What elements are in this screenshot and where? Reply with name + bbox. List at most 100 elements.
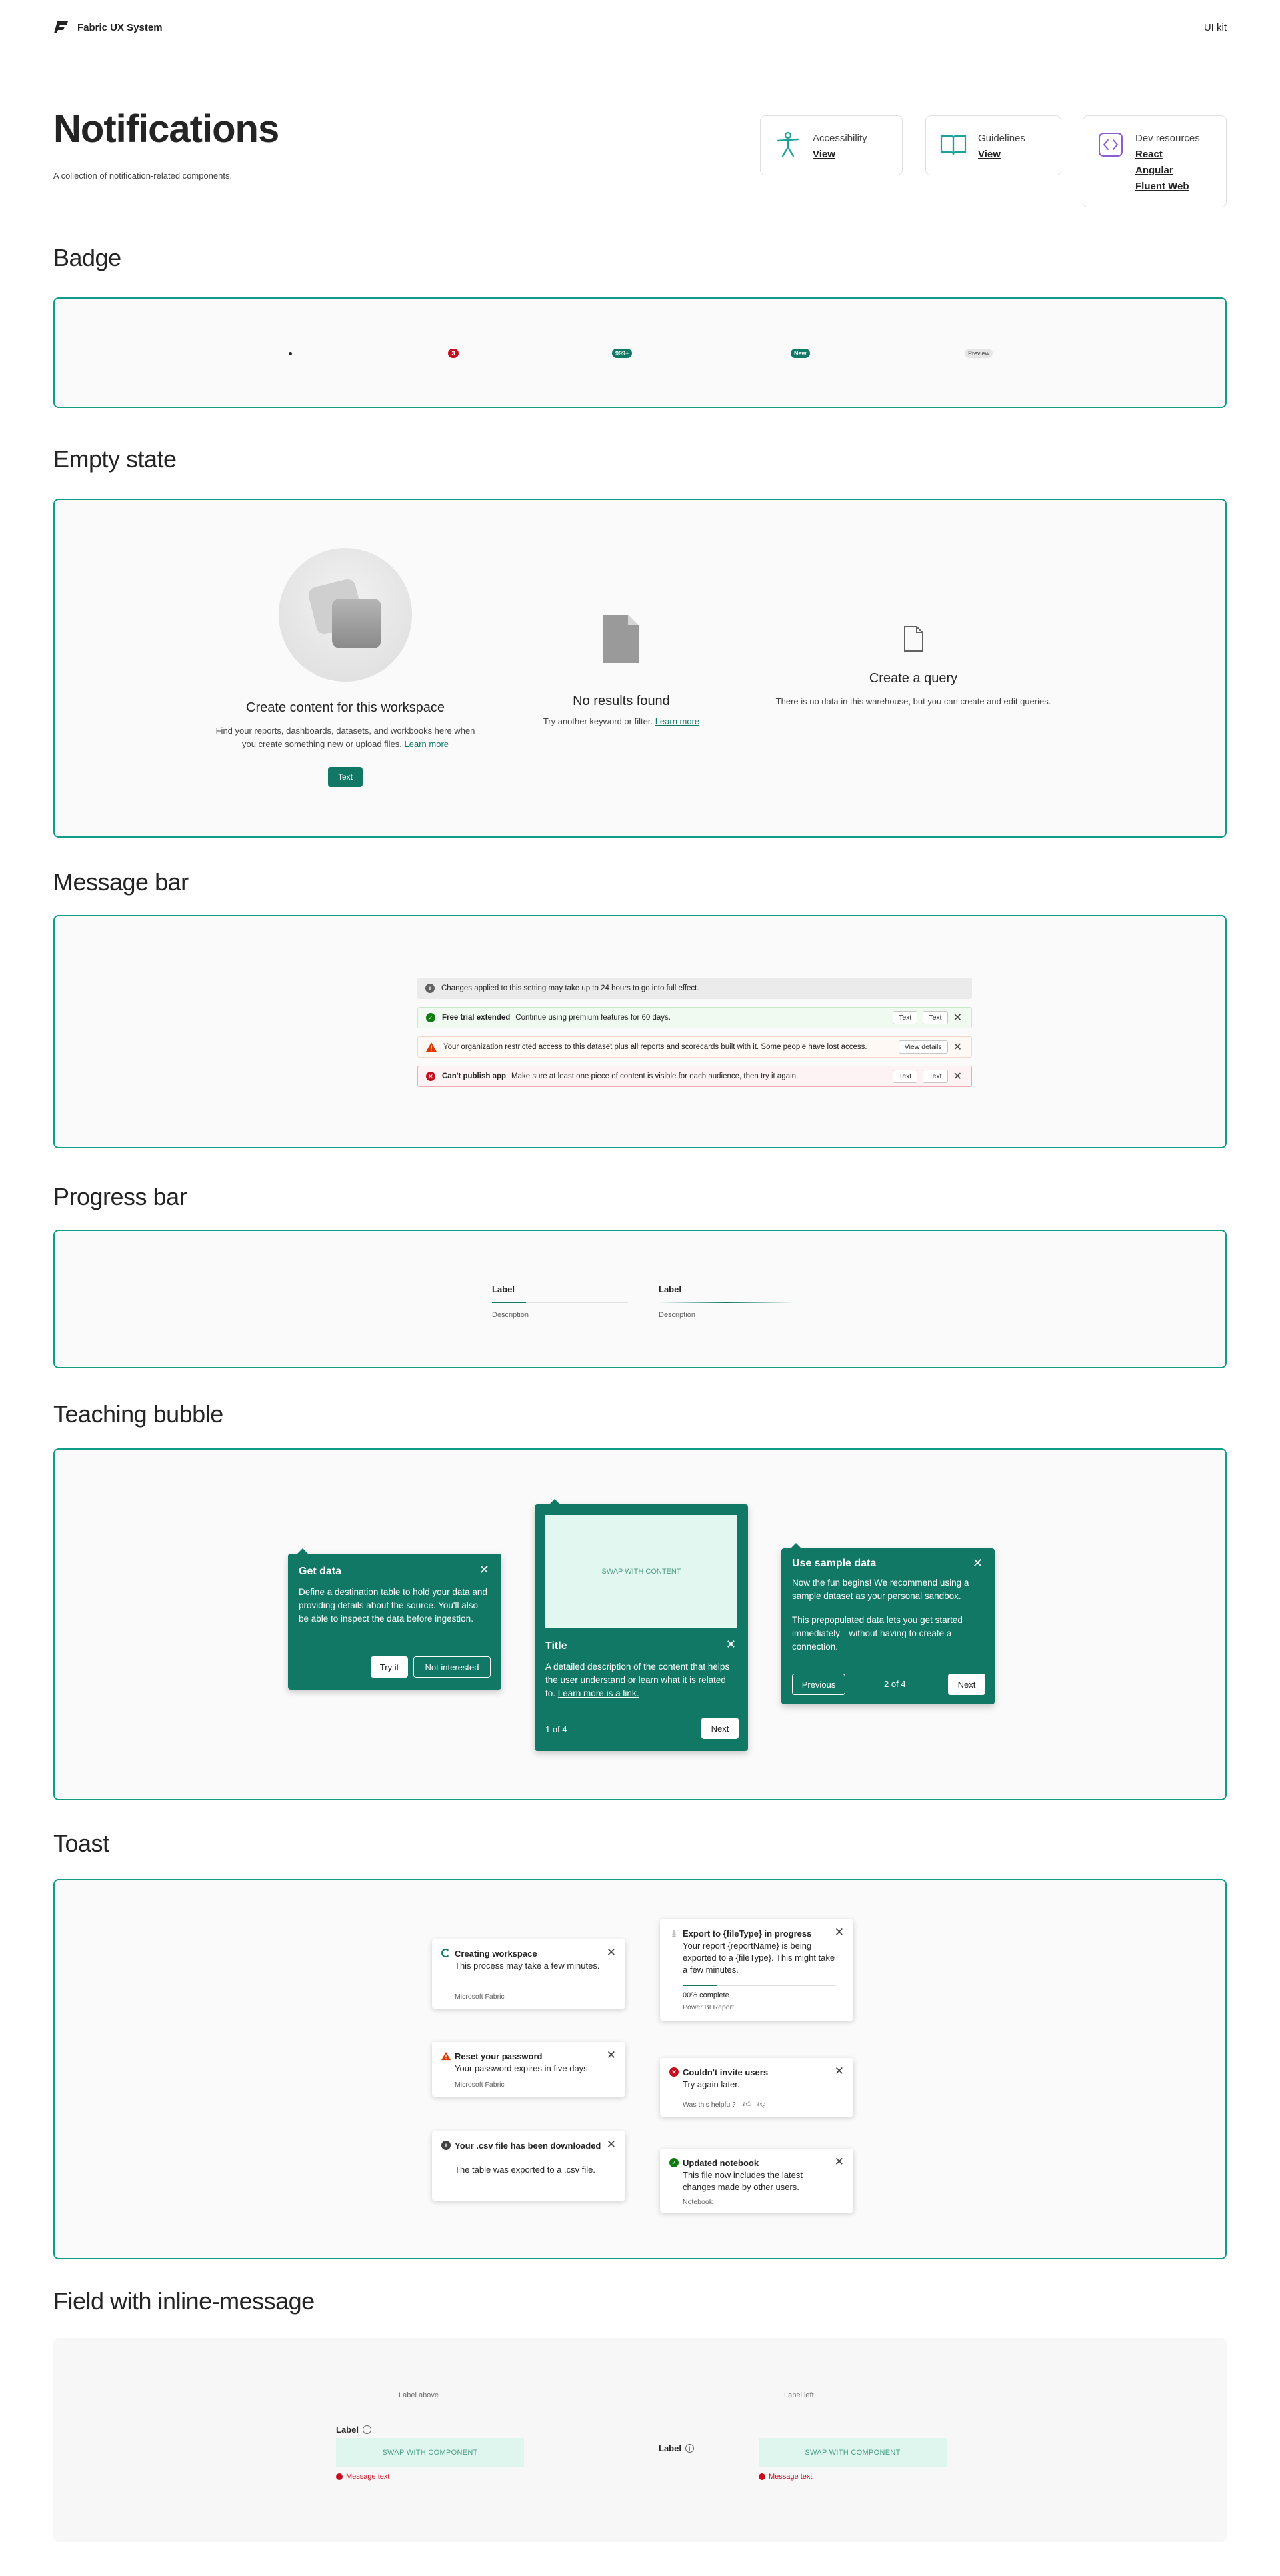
- info-icon[interactable]: i: [685, 2444, 694, 2453]
- book-icon: [940, 135, 967, 155]
- dev-link-angular[interactable]: Angular: [1135, 163, 1200, 179]
- progress-fill: [492, 1302, 526, 1303]
- bubble-title: Use sample data: [792, 1558, 877, 1569]
- accessibility-icon: [777, 131, 799, 157]
- message-title: Can't publish app: [442, 1072, 507, 1080]
- resource-card-guidelines: Guidelines View: [925, 115, 1061, 175]
- progress-fill: [659, 1302, 795, 1303]
- close-icon[interactable]: ✕: [479, 1563, 489, 1577]
- toast-text: Try again later.: [683, 2079, 740, 2089]
- brand[interactable]: Fabric UX System: [53, 20, 163, 35]
- not-interested-button[interactable]: Not interested: [413, 1656, 491, 1678]
- close-icon[interactable]: ✕: [953, 1011, 962, 1024]
- section-title-message-bar: Message bar: [53, 868, 189, 896]
- beak: [297, 1548, 308, 1554]
- learn-more-link[interactable]: Learn more: [655, 716, 699, 726]
- bubble-text: A detailed description of the content th…: [545, 1660, 735, 1700]
- progress-bar-panel: Label Description Label Description: [53, 1230, 1227, 1368]
- resource-label: Dev resources: [1135, 133, 1200, 144]
- close-icon[interactable]: ✕: [607, 1946, 616, 1959]
- next-button[interactable]: Next: [948, 1674, 985, 1695]
- message-title: Free trial extended: [442, 1014, 511, 1022]
- brand-name: Fabric UX System: [77, 21, 163, 33]
- beak: [791, 1543, 801, 1548]
- view-details-button[interactable]: View details: [898, 1040, 948, 1054]
- close-icon[interactable]: ✕: [973, 1556, 983, 1570]
- field-component[interactable]: SWAP WITH COMPONENT: [759, 2438, 947, 2467]
- close-icon[interactable]: ✕: [607, 2138, 616, 2151]
- guidelines-view-link[interactable]: View: [978, 147, 1025, 163]
- close-icon[interactable]: ✕: [953, 1070, 962, 1083]
- close-icon[interactable]: ✕: [835, 1926, 844, 1939]
- next-button[interactable]: Next: [701, 1718, 739, 1739]
- close-icon[interactable]: ✕: [835, 2155, 844, 2169]
- section-title-badge: Badge: [53, 244, 121, 271]
- resource-label: Accessibility: [813, 133, 867, 144]
- field-panel: Label above Label i SWAP WITH COMPONENT …: [53, 2338, 1227, 2542]
- field-component[interactable]: SWAP WITH COMPONENT: [336, 2438, 524, 2467]
- message-action-button[interactable]: Text: [893, 1070, 918, 1083]
- field-label: Label i: [659, 2443, 694, 2453]
- bubble-text: Now the fun begins! We recommend using a…: [792, 1578, 969, 1601]
- toast-updated-notebook: ✓ Updated notebook This file now include…: [660, 2149, 853, 2213]
- message-action-button[interactable]: Text: [923, 1070, 948, 1083]
- message-action-button[interactable]: Text: [893, 1011, 918, 1024]
- progress-label: Label: [492, 1284, 515, 1294]
- accessibility-view-link[interactable]: View: [813, 147, 867, 163]
- close-icon[interactable]: ✕: [835, 2065, 844, 2078]
- empty-title-no-results: No results found: [573, 694, 670, 708]
- learn-more-link[interactable]: Learn more is a link.: [558, 1688, 639, 1698]
- thumbs-down-icon[interactable]: 👎︎: [757, 2099, 765, 2109]
- empty-action-button[interactable]: Text: [328, 767, 363, 787]
- bubble-title: Get data: [299, 1566, 342, 1577]
- toast-footer: Was this helpful? 👍︎ 👎︎: [683, 2099, 765, 2109]
- dev-link-fluent-web[interactable]: Fluent Web: [1135, 179, 1200, 195]
- toast-title: Reset your password: [455, 2051, 543, 2061]
- field-label-text: Label: [336, 2425, 359, 2435]
- progress-description: Description: [492, 1311, 529, 1319]
- checkmark-icon: ✓: [669, 2158, 679, 2167]
- message-bar-panel: i Changes applied to this setting may ta…: [53, 915, 1227, 1148]
- stacked-cards-icon: [308, 579, 381, 648]
- warning-icon: [441, 2051, 451, 2061]
- toast-invite-failed: ✕ Couldn't invite users Try again later.…: [660, 2058, 853, 2117]
- progress-description: Description: [659, 1311, 696, 1319]
- info-icon[interactable]: i: [362, 2425, 371, 2434]
- section-title-teaching-bubble: Teaching bubble: [53, 1400, 223, 1428]
- overflow-badge: 999+: [612, 349, 633, 358]
- toast-title: Your .csv file has been downloaded: [455, 2141, 601, 2151]
- media-placeholder: SWAP WITH CONTENT: [545, 1515, 737, 1628]
- teaching-bubble-get-data: Get data ✕ Define a destination table to…: [288, 1548, 501, 1690]
- dev-link-react[interactable]: React: [1135, 147, 1200, 163]
- error-icon: [336, 2473, 343, 2480]
- learn-more-link[interactable]: Learn more: [405, 739, 449, 749]
- teaching-bubble-panel: Get data ✕ Define a destination table to…: [53, 1448, 1227, 1800]
- uikit-link[interactable]: UI kit: [1204, 22, 1227, 33]
- progress-track: [492, 1302, 628, 1303]
- fabric-logo-icon: [54, 21, 68, 33]
- query-file-icon: [904, 626, 923, 652]
- close-icon[interactable]: ✕: [953, 1040, 962, 1054]
- resource-card-accessibility: Accessibility View: [760, 115, 903, 175]
- message-action-button[interactable]: Text: [923, 1011, 948, 1024]
- field-label-text: Label: [659, 2443, 681, 2453]
- close-icon[interactable]: ✕: [607, 2049, 616, 2062]
- toast-progress-text: 00% complete: [683, 1991, 729, 1999]
- toast-title: Couldn't invite users: [683, 2067, 769, 2077]
- section-title-progress-bar: Progress bar: [53, 1183, 187, 1210]
- progress-label: Label: [659, 1284, 681, 1294]
- resource-label: Guidelines: [978, 133, 1025, 144]
- empty-illustration: [279, 548, 412, 682]
- previous-button[interactable]: Previous: [792, 1674, 845, 1695]
- field-inline-message: Message text: [759, 2473, 812, 2481]
- error-icon: [759, 2473, 765, 2480]
- thumbs-up-icon[interactable]: 👍︎: [743, 2099, 752, 2109]
- field-label: Label i: [336, 2425, 371, 2435]
- document-icon: [603, 615, 639, 663]
- bubble-text: This prepopulated data lets you get star…: [792, 1615, 963, 1652]
- page-subtitle: A collection of notification-related com…: [53, 171, 233, 181]
- teaching-bubble-sample-data: Use sample data ✕ Now the fun begins! We…: [781, 1543, 995, 1704]
- empty-text-query: There is no data in this warehouse, but …: [775, 696, 1051, 706]
- close-icon[interactable]: ✕: [726, 1638, 736, 1652]
- try-it-button[interactable]: Try it: [371, 1656, 408, 1678]
